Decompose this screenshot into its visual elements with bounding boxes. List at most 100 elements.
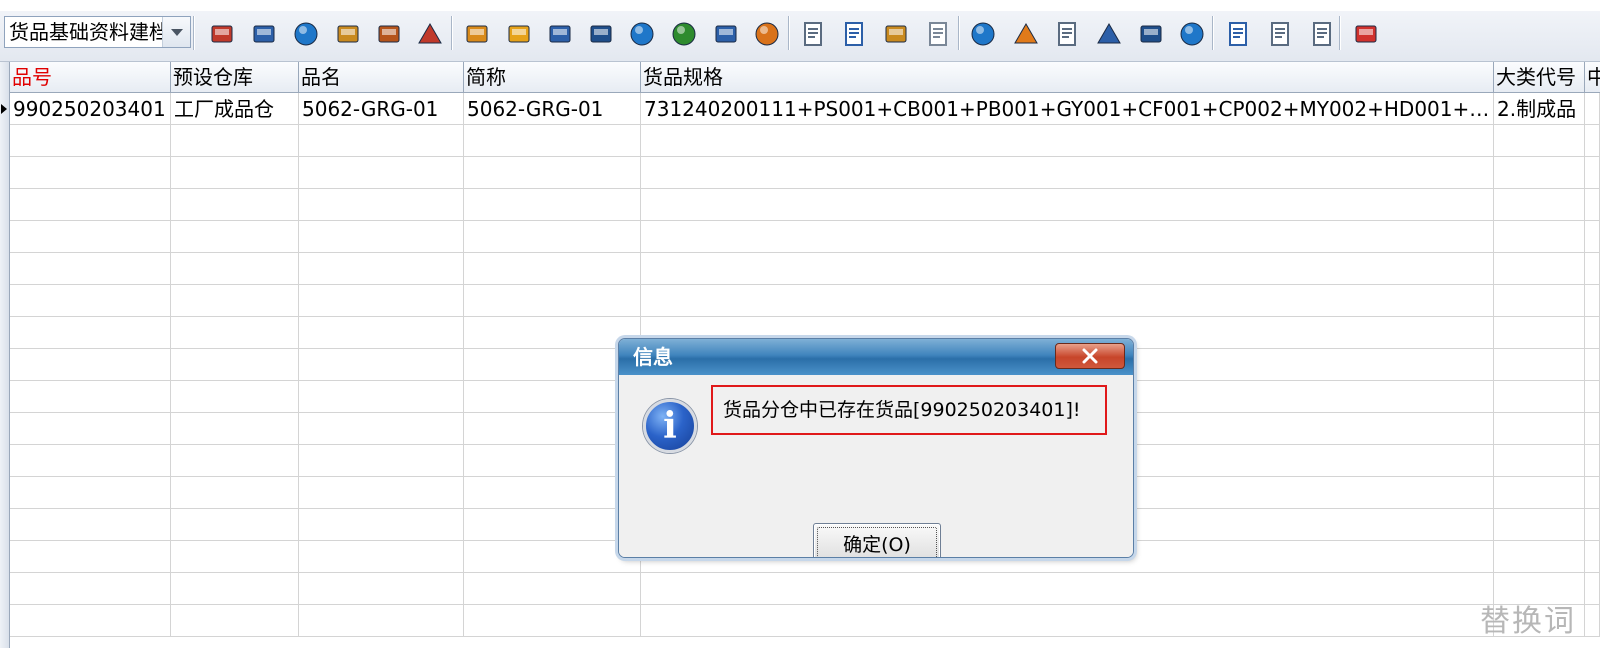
toolbar-button-pin[interactable] <box>585 18 617 50</box>
cell-item-name[interactable] <box>299 221 464 253</box>
cell-item-name[interactable] <box>299 413 464 445</box>
cell-spec[interactable] <box>641 605 1494 637</box>
cell-item-no[interactable] <box>10 317 171 349</box>
cell-partial[interactable] <box>1585 349 1600 381</box>
cell-item-name[interactable] <box>299 445 464 477</box>
toolbar-button-close-window[interactable] <box>1264 18 1296 50</box>
toolbar-button-document[interactable] <box>838 18 870 50</box>
cell-category-code[interactable] <box>1494 445 1585 477</box>
cell-spec[interactable] <box>641 573 1494 605</box>
cell-partial[interactable] <box>1585 509 1600 541</box>
toolbar-button-check[interactable] <box>967 18 999 50</box>
cell-short-name[interactable] <box>464 157 641 189</box>
toolbar-button-briefcase[interactable] <box>373 18 405 50</box>
cell-short-name[interactable] <box>464 445 641 477</box>
cell-item-no[interactable] <box>10 573 171 605</box>
cell-item-name[interactable] <box>299 605 464 637</box>
cell-default-warehouse[interactable] <box>171 349 299 381</box>
column-header-category-code[interactable]: 大类代号 <box>1494 62 1585 93</box>
cell-default-warehouse[interactable] <box>171 317 299 349</box>
cell-category-code[interactable] <box>1494 477 1585 509</box>
cell-short-name[interactable] <box>464 285 641 317</box>
table-row[interactable] <box>10 573 1600 605</box>
cell-default-warehouse[interactable] <box>171 605 299 637</box>
cell-spec[interactable] <box>641 157 1494 189</box>
cell-category-code[interactable] <box>1494 253 1585 285</box>
toolbar-button-dollar[interactable] <box>668 18 700 50</box>
toolbar-button-hierarchy[interactable] <box>1093 18 1125 50</box>
toolbar-button-cart[interactable] <box>710 18 742 50</box>
cell-default-warehouse[interactable] <box>171 285 299 317</box>
cell-category-code[interactable] <box>1494 189 1585 221</box>
cell-short-name[interactable] <box>464 317 641 349</box>
cell-category-code[interactable] <box>1494 541 1585 573</box>
cell-spec[interactable] <box>641 285 1494 317</box>
cell-short-name[interactable] <box>464 605 641 637</box>
cell-default-warehouse[interactable] <box>171 189 299 221</box>
cell-short-name[interactable] <box>464 573 641 605</box>
cell-item-name[interactable] <box>299 317 464 349</box>
cell-item-no[interactable] <box>10 253 171 285</box>
cell-partial[interactable] <box>1585 221 1600 253</box>
toolbar-button-translate[interactable] <box>206 18 238 50</box>
cell-spec[interactable]: 731240200111+PS001+CB001+PB001+GY001+CF0… <box>641 93 1494 125</box>
cell-default-warehouse[interactable] <box>171 541 299 573</box>
cell-partial[interactable] <box>1585 93 1600 125</box>
module-select[interactable]: 货品基础资料建档 <box>4 16 191 48</box>
cell-item-name[interactable] <box>299 157 464 189</box>
cell-item-no[interactable]: 990250203401 <box>10 93 171 125</box>
chevron-down-icon[interactable] <box>162 17 190 47</box>
cell-category-code[interactable] <box>1494 125 1585 157</box>
cell-item-no[interactable] <box>10 189 171 221</box>
cell-category-code[interactable] <box>1494 413 1585 445</box>
cell-item-name[interactable] <box>299 509 464 541</box>
toolbar-button-monitor[interactable] <box>248 18 280 50</box>
table-row[interactable] <box>10 157 1600 189</box>
toolbar-button-lock-user[interactable] <box>332 18 364 50</box>
cell-partial[interactable] <box>1585 189 1600 221</box>
toolbar-button-house[interactable] <box>414 18 446 50</box>
cell-default-warehouse[interactable] <box>171 477 299 509</box>
cell-item-no[interactable] <box>10 413 171 445</box>
cell-category-code[interactable] <box>1494 381 1585 413</box>
cell-item-name[interactable] <box>299 573 464 605</box>
cell-default-warehouse[interactable]: 工厂成品仓 <box>171 93 299 125</box>
cell-spec[interactable] <box>641 253 1494 285</box>
cell-item-no[interactable] <box>10 541 171 573</box>
cell-partial[interactable] <box>1585 477 1600 509</box>
cell-category-code[interactable] <box>1494 221 1585 253</box>
cell-item-name[interactable] <box>299 381 464 413</box>
cell-item-no[interactable] <box>10 509 171 541</box>
cell-partial[interactable] <box>1585 285 1600 317</box>
table-row[interactable] <box>10 285 1600 317</box>
cell-spec[interactable] <box>641 189 1494 221</box>
cell-item-name[interactable] <box>299 253 464 285</box>
cell-partial[interactable] <box>1585 157 1600 189</box>
cell-default-warehouse[interactable] <box>171 125 299 157</box>
toolbar-button-copy[interactable] <box>922 18 954 50</box>
toolbar-button-cascade[interactable] <box>1306 18 1338 50</box>
cell-default-warehouse[interactable] <box>171 381 299 413</box>
cell-default-warehouse[interactable] <box>171 157 299 189</box>
cell-category-code[interactable] <box>1494 285 1585 317</box>
cell-short-name[interactable] <box>464 189 641 221</box>
cell-default-warehouse[interactable] <box>171 413 299 445</box>
ok-button[interactable]: 确定(O) <box>813 523 941 557</box>
toolbar-button-bell[interactable] <box>1010 18 1042 50</box>
column-header-item-no[interactable]: 品号 <box>10 62 171 93</box>
cell-spec[interactable] <box>641 125 1494 157</box>
cell-item-no[interactable] <box>10 605 171 637</box>
cell-partial[interactable] <box>1585 573 1600 605</box>
cell-default-warehouse[interactable] <box>171 573 299 605</box>
cell-default-warehouse[interactable] <box>171 253 299 285</box>
cell-category-code[interactable]: 2.制成品 <box>1494 93 1585 125</box>
cell-item-no[interactable] <box>10 221 171 253</box>
cell-partial[interactable] <box>1585 413 1600 445</box>
cell-short-name[interactable] <box>464 221 641 253</box>
cell-item-name[interactable] <box>299 189 464 221</box>
column-header-spec[interactable]: 货品规格 <box>641 62 1494 93</box>
cell-item-no[interactable] <box>10 157 171 189</box>
cell-category-code[interactable] <box>1494 157 1585 189</box>
column-header-partial[interactable]: 中 <box>1585 62 1600 93</box>
toolbar-button-help[interactable] <box>626 18 658 50</box>
